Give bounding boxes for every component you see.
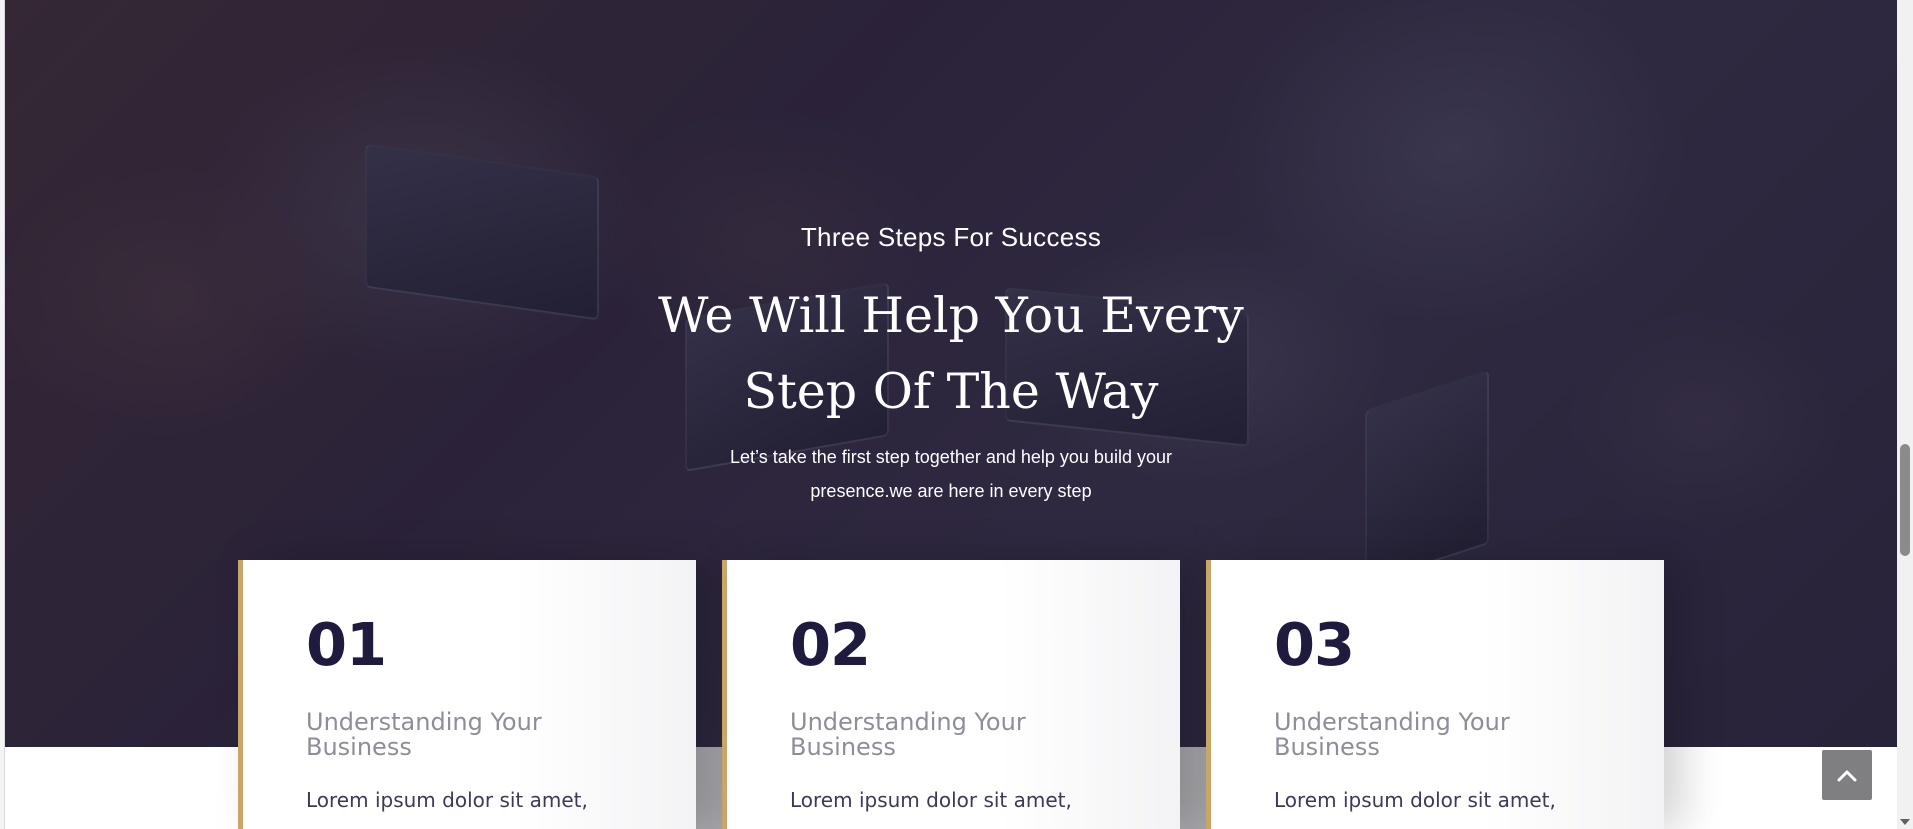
section-headline: We Will Help You Every Step Of The Way: [5, 278, 1897, 430]
step-card-2: 02 Understanding Your Business Lorem ips…: [722, 560, 1180, 829]
headline-line-1: We Will Help You Every: [658, 287, 1244, 344]
page: Three Steps For Success We Will Help You…: [0, 0, 1913, 829]
subtext-line-2: presence.we are here in every step: [810, 481, 1092, 501]
chevron-up-icon: [1837, 770, 1857, 782]
step-body: Lorem ipsum dolor sit amet,: [306, 788, 588, 812]
step-title: Understanding Your Business: [1274, 708, 1510, 761]
vertical-scrollbar[interactable]: [1897, 0, 1913, 829]
step-number: 03: [1274, 610, 1355, 679]
step-card-1: 01 Understanding Your Business Lorem ips…: [238, 560, 696, 829]
section-eyebrow: Three Steps For Success: [800, 222, 1102, 252]
step-number: 01: [306, 610, 387, 679]
step-number: 02: [790, 610, 871, 679]
scroll-down-arrow-icon[interactable]: [1900, 819, 1910, 825]
card-gap: [696, 747, 722, 829]
step-card-3: 03 Understanding Your Business Lorem ips…: [1206, 560, 1664, 829]
scroll-to-top-button[interactable]: [1822, 750, 1872, 800]
subtext-line-1: Let’s take the first step together and h…: [730, 447, 1172, 467]
card-gap: [1180, 747, 1206, 829]
step-title: Understanding Your Business: [790, 708, 1026, 761]
headline-line-2: Step Of The Way: [743, 363, 1159, 420]
scrollbar-thumb[interactable]: [1900, 444, 1910, 556]
step-body: Lorem ipsum dolor sit amet,: [1274, 788, 1556, 812]
section-subtext: Let’s take the first step together and h…: [691, 440, 1211, 508]
step-body: Lorem ipsum dolor sit amet,: [790, 788, 1072, 812]
step-title: Understanding Your Business: [306, 708, 542, 761]
